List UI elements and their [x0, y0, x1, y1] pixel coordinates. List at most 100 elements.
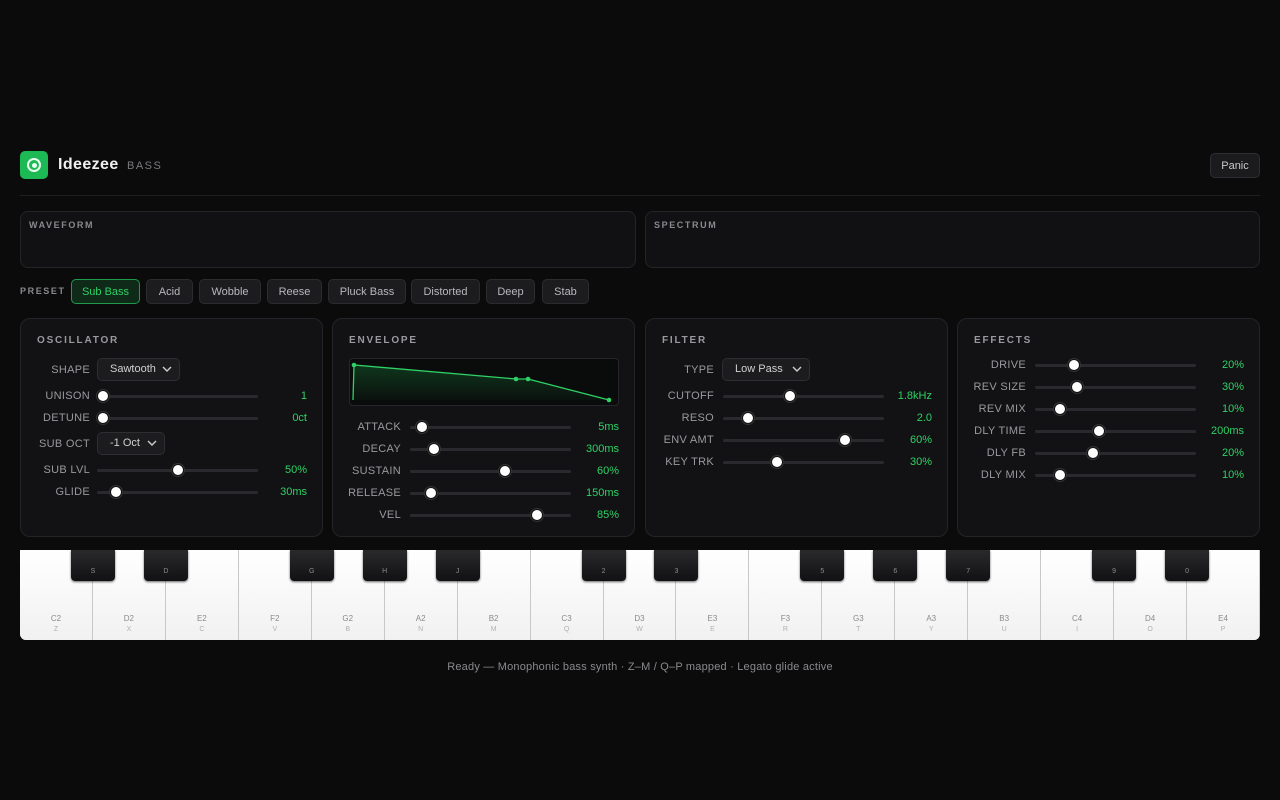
drive-slider[interactable] — [1035, 359, 1196, 371]
detune-slider[interactable] — [97, 412, 258, 424]
unison-slider[interactable] — [97, 390, 258, 402]
attack-point — [351, 362, 357, 368]
preset-pluck-bass[interactable]: Pluck Bass — [328, 279, 406, 304]
keytrk-slider[interactable] — [723, 456, 884, 468]
slider-thumb[interactable] — [110, 486, 123, 498]
black-key[interactable]: D — [143, 550, 188, 581]
slider-thumb[interactable] — [415, 421, 428, 433]
unison-value: 1 — [300, 390, 307, 402]
sustain-slider[interactable] — [410, 465, 571, 477]
slider-thumb[interactable] — [1054, 469, 1067, 481]
black-key[interactable]: 9 — [1092, 550, 1137, 581]
black-key[interactable]: 2 — [581, 550, 626, 581]
dlyfb-slider[interactable] — [1035, 447, 1196, 459]
effects-title: EFFECTS — [974, 335, 1033, 346]
slider-thumb[interactable] — [97, 412, 109, 424]
slider-thumb[interactable] — [1067, 359, 1080, 371]
key-note-label: C4 — [1072, 614, 1083, 623]
suboct-value: -1 Oct — [110, 437, 140, 449]
slider-thumb[interactable] — [839, 434, 852, 446]
slider-thumb[interactable] — [770, 456, 783, 468]
slider-thumb[interactable] — [499, 465, 512, 477]
black-key[interactable]: S — [70, 550, 115, 581]
slider-thumb[interactable] — [1054, 403, 1067, 415]
preset-sub-bass[interactable]: Sub Bass — [71, 279, 140, 304]
attack-slider[interactable] — [410, 421, 571, 433]
slider-thumb[interactable] — [171, 464, 184, 476]
black-key[interactable]: 3 — [654, 550, 699, 581]
dlytime-slider[interactable] — [1035, 425, 1196, 437]
preset-acid[interactable]: Acid — [146, 279, 193, 304]
key-shortcut-label: 0 — [1185, 568, 1189, 575]
envamt-slider[interactable] — [723, 434, 884, 446]
key-shortcut-label: Y — [928, 626, 934, 633]
black-key[interactable]: 6 — [873, 550, 918, 581]
preset-deep[interactable]: Deep — [486, 279, 535, 304]
dlymix-slider[interactable] — [1035, 469, 1196, 481]
glide-slider[interactable] — [97, 486, 258, 498]
filter-type-select[interactable]: Low Pass — [722, 358, 810, 381]
preset-distorted[interactable]: Distorted — [411, 279, 480, 304]
key-shortcut-label: T — [856, 626, 861, 633]
slider-thumb[interactable] — [97, 390, 109, 402]
key-note-label: D3 — [634, 614, 645, 623]
slider-thumb[interactable] — [1087, 447, 1100, 459]
black-key[interactable]: J — [435, 550, 480, 581]
spectrum-display: SPECTRUM — [645, 211, 1260, 268]
oscillator-panel: OSCILLATOR SHAPE Sawtooth UNISON 1 DETUN… — [20, 318, 323, 537]
key-shortcut-label: O — [1147, 626, 1153, 633]
sustain-label: SUSTAIN — [352, 465, 401, 477]
envelope-graph[interactable] — [349, 358, 619, 406]
black-key[interactable]: G — [289, 550, 334, 581]
suboct-select[interactable]: -1 Oct — [97, 432, 165, 455]
shape-select[interactable]: Sawtooth — [97, 358, 180, 381]
decay-value: 300ms — [585, 443, 619, 455]
preset-label: PRESET — [20, 286, 66, 296]
black-key[interactable]: 0 — [1165, 550, 1210, 581]
slider-thumb[interactable] — [784, 390, 797, 402]
cutoff-slider[interactable] — [723, 390, 884, 402]
revsize-slider[interactable] — [1035, 381, 1196, 393]
slider-thumb[interactable] — [1093, 425, 1106, 437]
oscillator-title: OSCILLATOR — [37, 335, 120, 346]
chevron-down-icon — [162, 366, 172, 372]
glide-value: 30ms — [280, 486, 307, 498]
decay-slider[interactable] — [410, 443, 571, 455]
key-shortcut-label: G — [309, 568, 315, 575]
cutoff-value: 1.8kHz — [897, 390, 932, 402]
preset-reese[interactable]: Reese — [267, 279, 322, 304]
preset-stab[interactable]: Stab — [542, 279, 589, 304]
key-note-label: F2 — [270, 614, 280, 623]
app-title: Ideezee — [58, 156, 119, 173]
key-shortcut-label: Z — [53, 626, 59, 633]
sublvl-value: 50% — [284, 464, 307, 476]
release-label: RELEASE — [348, 487, 401, 499]
preset-wobble[interactable]: Wobble — [199, 279, 261, 304]
sustain-value: 60% — [596, 465, 619, 477]
slider-thumb[interactable] — [1070, 381, 1083, 393]
slider-thumb[interactable] — [742, 412, 755, 424]
vel-slider[interactable] — [410, 509, 571, 521]
piano-keyboard: C2 Z D2 X E2 C F2 V G2 B A2 N B2 M C3 Q D3 W E3 E F3 R G3 T A3 Y B… — [20, 550, 1260, 640]
release-point — [606, 397, 612, 403]
slider-thumb[interactable] — [530, 509, 543, 521]
sublvl-slider[interactable] — [97, 464, 258, 476]
key-note-label: F3 — [780, 614, 791, 623]
revmix-slider[interactable] — [1035, 403, 1196, 415]
reso-slider[interactable] — [723, 412, 884, 424]
slider-thumb[interactable] — [427, 443, 440, 455]
key-shortcut-label: B — [345, 626, 351, 633]
slider-thumb[interactable] — [424, 487, 437, 499]
revmix-label: REV MIX — [978, 403, 1026, 415]
key-shortcut-label: 3 — [674, 568, 679, 575]
black-key[interactable]: 5 — [800, 550, 845, 581]
key-shortcut-label: C — [199, 626, 205, 633]
black-key[interactable]: H — [362, 550, 407, 581]
key-note-label: D4 — [1144, 614, 1156, 623]
key-note-label: B3 — [999, 614, 1010, 623]
black-key[interactable]: 7 — [946, 550, 991, 581]
suboct-label: SUB OCT — [39, 438, 90, 450]
release-slider[interactable] — [410, 487, 571, 499]
panic-button[interactable]: Panic — [1210, 153, 1260, 178]
key-note-label: A3 — [926, 614, 937, 623]
